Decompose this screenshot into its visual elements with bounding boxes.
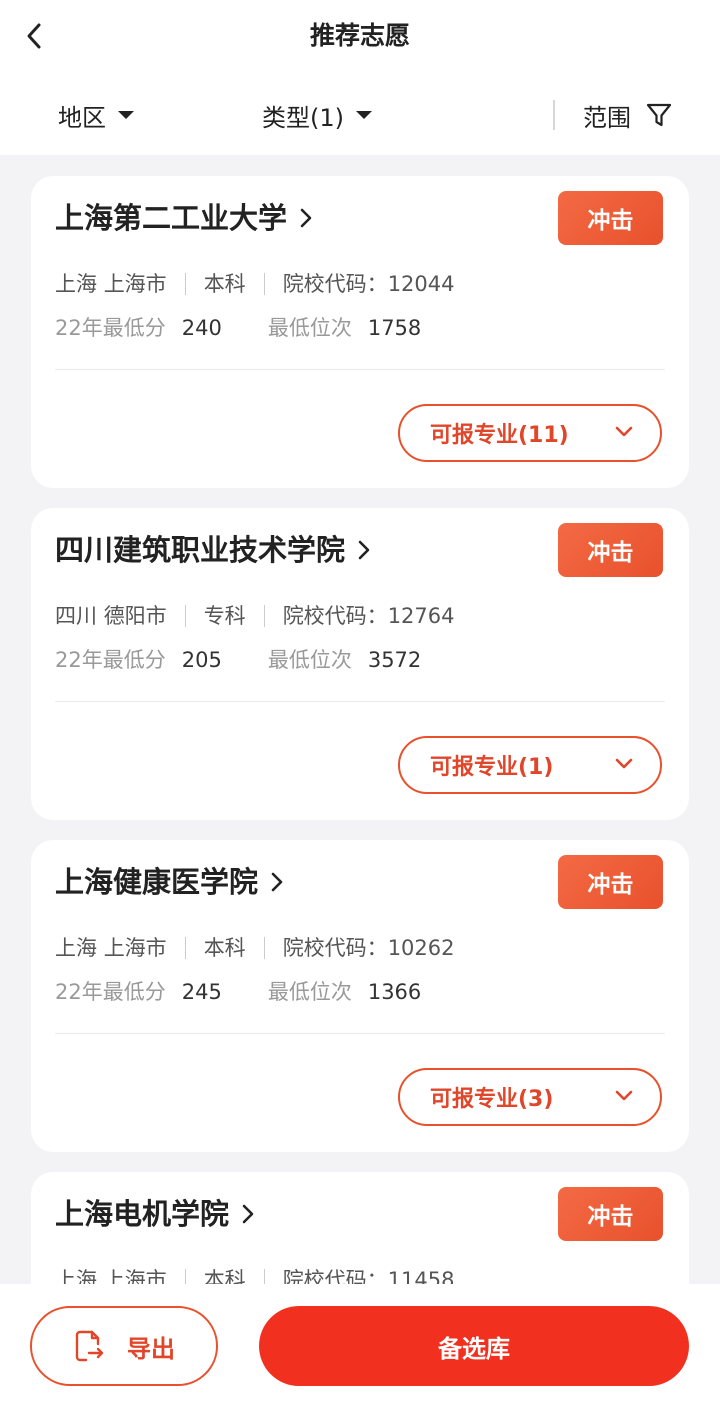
candidate-pool-label: 备选库 xyxy=(438,1334,510,1363)
school-code: 12044 xyxy=(387,272,455,296)
available-majors-label: 可报专业(1) xyxy=(430,755,554,780)
card-divider xyxy=(55,701,665,702)
chevron-right-icon xyxy=(357,539,371,561)
school-code-label: 院校代码： xyxy=(282,604,388,628)
score-info: 22年最低分 205 最低位次 3572 xyxy=(55,644,421,676)
file-export-icon xyxy=(75,1330,104,1362)
city: 上海市 xyxy=(103,272,167,296)
min-rank-label: 最低位次 xyxy=(267,980,352,1004)
min-score-label: 22年最低分 xyxy=(55,648,166,672)
min-score-value: 245 xyxy=(181,980,222,1004)
min-rank-value: 1758 xyxy=(367,316,422,340)
school-code: 10262 xyxy=(387,936,455,960)
min-rank-value: 1366 xyxy=(367,980,422,1004)
filter-type-dropdown[interactable]: 类型(1) xyxy=(262,92,372,138)
education-level: 专科 xyxy=(203,604,246,628)
min-score-value: 205 xyxy=(181,648,222,672)
province: 上海 xyxy=(55,272,97,296)
score-info: 22年最低分 245 最低位次 1366 xyxy=(55,976,421,1008)
school-name: 上海健康医学院 xyxy=(55,865,259,899)
province: 上海 xyxy=(55,936,97,960)
meta-separator xyxy=(184,605,186,627)
school-meta: 上海 上海市 本科 院校代码： 12044 xyxy=(55,268,455,300)
chevron-right-icon xyxy=(270,871,284,893)
meta-separator xyxy=(263,605,265,627)
chevron-right-icon xyxy=(299,207,313,229)
school-name: 四川建筑职业技术学院 xyxy=(55,533,346,567)
min-score-label: 22年最低分 xyxy=(55,316,166,340)
candidate-pool-button[interactable]: 备选库 xyxy=(259,1306,689,1386)
available-majors-button[interactable]: 可报专业(3) xyxy=(398,1068,662,1126)
school-name: 上海电机学院 xyxy=(55,1197,230,1231)
export-button[interactable]: 导出 xyxy=(30,1306,218,1386)
chevron-down-icon xyxy=(615,758,633,769)
available-majors-label: 可报专业(11) xyxy=(430,423,569,448)
school-name-link[interactable]: 上海第二工业大学 xyxy=(55,196,313,240)
school-code: 12764 xyxy=(387,604,455,628)
meta-separator xyxy=(184,937,186,959)
filter-range-label: 范围 xyxy=(583,103,631,132)
chance-badge[interactable]: 冲击 xyxy=(558,855,663,909)
available-majors-label: 可报专业(3) xyxy=(430,1087,554,1112)
export-label: 导出 xyxy=(127,1334,175,1363)
min-score-label: 22年最低分 xyxy=(55,980,166,1004)
school-code-label: 院校代码： xyxy=(282,936,388,960)
score-info: 22年最低分 240 最低位次 1758 xyxy=(55,312,421,344)
min-rank-label: 最低位次 xyxy=(267,316,352,340)
available-majors-button[interactable]: 可报专业(1) xyxy=(398,736,662,794)
school-name-link[interactable]: 上海电机学院 xyxy=(55,1192,255,1236)
top-header: 推荐志愿 地区 类型(1) 范围 xyxy=(0,0,720,155)
school-code-label: 院校代码： xyxy=(282,272,388,296)
min-score-value: 240 xyxy=(181,316,222,340)
filter-range-button[interactable]: 范围 xyxy=(583,92,673,138)
city: 上海市 xyxy=(103,936,167,960)
min-rank-label: 最低位次 xyxy=(267,648,352,672)
min-rank-value: 3572 xyxy=(367,648,422,672)
school-card[interactable]: 上海第二工业大学 冲击 上海 上海市 本科 院校代码： 12044 22年最低分 … xyxy=(31,176,689,488)
filter-bar: 地区 类型(1) 范围 xyxy=(0,92,720,138)
caret-down-icon xyxy=(118,111,134,119)
meta-separator xyxy=(263,937,265,959)
filter-region-dropdown[interactable]: 地区 xyxy=(58,92,134,138)
city: 德阳市 xyxy=(103,604,167,628)
school-card[interactable]: 四川建筑职业技术学院 冲击 四川 德阳市 专科 院校代码： 12764 22年最低… xyxy=(31,508,689,820)
chance-badge[interactable]: 冲击 xyxy=(558,191,663,245)
chevron-right-icon xyxy=(241,1203,255,1225)
card-divider xyxy=(55,1033,665,1034)
filter-region-label: 地区 xyxy=(58,103,106,132)
filter-divider xyxy=(553,100,555,130)
school-name-link[interactable]: 四川建筑职业技术学院 xyxy=(55,528,371,572)
caret-down-icon xyxy=(356,111,372,119)
chevron-down-icon xyxy=(615,426,633,437)
filter-funnel-icon xyxy=(646,103,672,127)
card-divider xyxy=(55,369,665,370)
school-name-link[interactable]: 上海健康医学院 xyxy=(55,860,284,904)
bottom-action-bar: 导出 备选库 xyxy=(0,1284,720,1415)
chance-badge[interactable]: 冲击 xyxy=(558,1187,663,1241)
school-meta: 四川 德阳市 专科 院校代码： 12764 xyxy=(55,600,455,632)
available-majors-button[interactable]: 可报专业(11) xyxy=(398,404,662,462)
page-title: 推荐志愿 xyxy=(309,21,410,50)
chance-badge[interactable]: 冲击 xyxy=(558,523,663,577)
school-meta: 上海 上海市 本科 院校代码： 10262 xyxy=(55,932,455,964)
school-name: 上海第二工业大学 xyxy=(55,201,288,235)
school-card[interactable]: 上海健康医学院 冲击 上海 上海市 本科 院校代码： 10262 22年最低分 2… xyxy=(31,840,689,1152)
filter-type-label: 类型(1) xyxy=(262,103,344,132)
education-level: 本科 xyxy=(203,936,246,960)
meta-separator xyxy=(184,273,186,295)
education-level: 本科 xyxy=(203,272,246,296)
chevron-down-icon xyxy=(615,1090,633,1101)
province: 四川 xyxy=(55,604,97,628)
meta-separator xyxy=(263,273,265,295)
